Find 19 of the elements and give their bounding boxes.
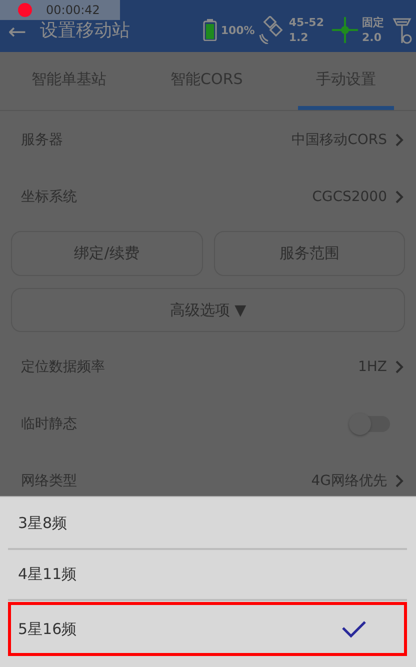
satellite-icon	[258, 16, 285, 44]
option-item[interactable]: 5星16频	[8, 602, 407, 656]
chevron-icon	[395, 190, 404, 204]
chevron-icon	[395, 360, 404, 374]
battery-icon	[202, 19, 217, 41]
satellite-count: 45-52	[288, 15, 324, 30]
battery-level: 100%	[220, 24, 255, 36]
recording-time: 00:00:42	[46, 3, 100, 17]
option-item[interactable]: 4星11频	[8, 550, 407, 601]
crosshair-icon	[332, 17, 358, 43]
solution-status: 固定	[362, 15, 384, 30]
solution-age: 2.0	[362, 30, 382, 45]
pdop-value: 1.2	[288, 30, 310, 45]
page-title: 设置移动站	[40, 19, 131, 42]
chevron-icon	[395, 132, 404, 146]
receiver-icon	[392, 15, 412, 45]
chevron-icon	[395, 474, 404, 488]
back-button[interactable]: ←	[8, 22, 36, 44]
option-item[interactable]: 3星8频	[8, 499, 407, 550]
